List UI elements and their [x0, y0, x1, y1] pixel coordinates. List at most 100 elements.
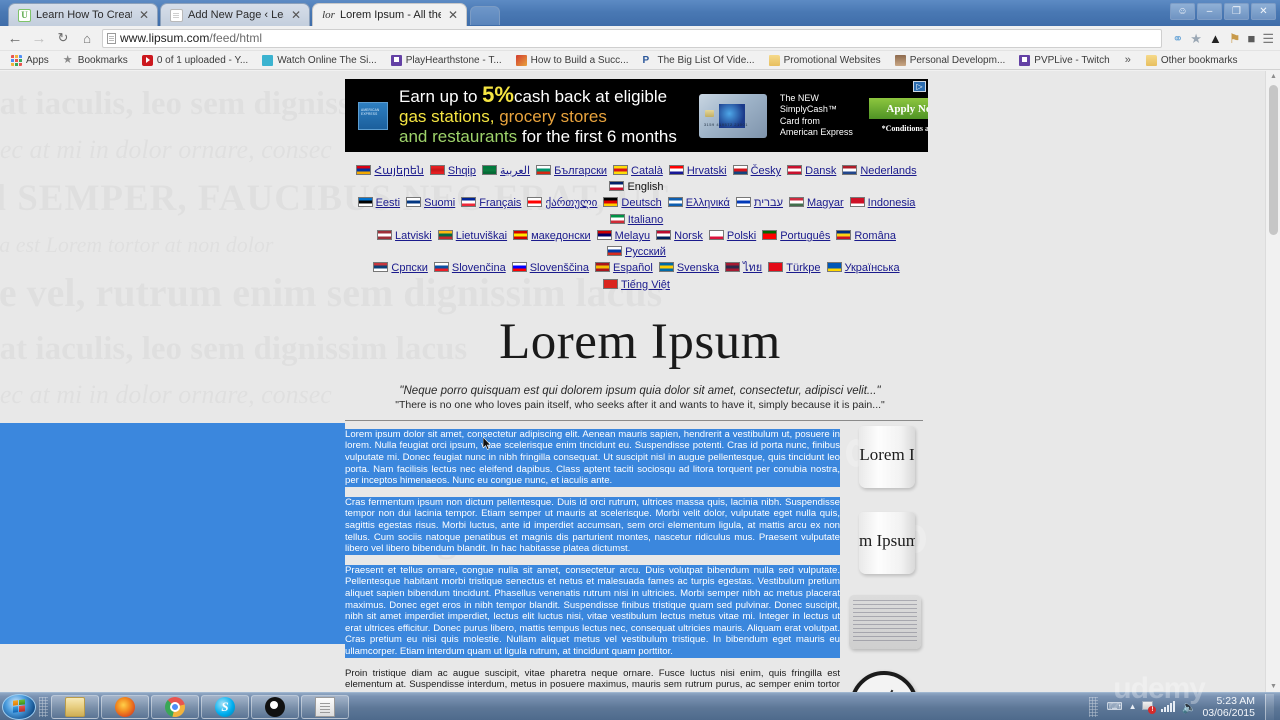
language-link[interactable]: Српски — [373, 260, 428, 276]
new-tab-button[interactable] — [470, 6, 500, 25]
chrome-menu-icon[interactable]: ☰ — [1262, 32, 1274, 45]
scroll-down-arrow[interactable]: ▼ — [1270, 683, 1277, 690]
language-link[interactable]: Español — [595, 260, 653, 276]
show-hidden-icons-arrow[interactable]: ▲ — [1129, 701, 1137, 713]
language-link[interactable]: Norsk — [656, 228, 703, 244]
language-link[interactable]: Deutsch — [603, 195, 662, 211]
language-label: Hrvatski — [686, 165, 727, 177]
language-link[interactable]: Melayu — [596, 228, 650, 244]
close-window-button[interactable]: ✕ — [1251, 3, 1276, 20]
product-mug-2[interactable]: m Ipsum — [847, 509, 926, 579]
language-link[interactable]: Slovenščina — [511, 260, 590, 276]
bookmark-pvplive-twitch[interactable]: PVPLive - Twitch — [1012, 54, 1116, 66]
page-scrollbar[interactable]: ▲ ▼ — [1265, 71, 1280, 692]
camera-extension-icon[interactable]: ■ — [1247, 32, 1255, 45]
language-link[interactable]: Tiếng Việt — [603, 277, 670, 293]
owl-extension-icon[interactable]: ▲ — [1209, 32, 1222, 45]
language-link[interactable]: עברית — [735, 195, 783, 211]
language-link[interactable]: Italiano — [609, 212, 663, 228]
language-link[interactable]: Français — [461, 195, 521, 211]
product-mousepad[interactable] — [849, 595, 921, 649]
keyboard-tray-icon[interactable]: ⌨ — [1107, 701, 1123, 713]
language-link[interactable]: Português — [762, 228, 830, 244]
language-link[interactable]: Polski — [708, 228, 756, 244]
paragraph: Proin tristique diam ac augue suscipit, … — [345, 667, 840, 692]
bookmark-promotional-websites[interactable]: Promotional Websites — [762, 54, 888, 66]
user-profile-button[interactable]: ☺ — [1170, 3, 1195, 20]
bookmarks-overflow-button[interactable]: » — [1117, 54, 1139, 66]
language-link[interactable]: Shqip — [429, 163, 476, 179]
tray-grip-handle[interactable] — [1088, 696, 1098, 717]
taskbar-app-chrome[interactable] — [151, 694, 199, 719]
start-button[interactable] — [2, 693, 36, 720]
page-info-icon[interactable] — [107, 32, 116, 44]
language-link[interactable]: Slovenčina — [433, 260, 506, 276]
tab-1[interactable]: Add New Page ‹ Learn Ho ✕ — [160, 3, 310, 26]
tab-close-icon[interactable]: ✕ — [289, 9, 303, 21]
language-link[interactable]: English — [609, 179, 664, 195]
minimize-button[interactable]: – — [1197, 3, 1222, 20]
language-link[interactable]: Türkpe — [768, 260, 821, 276]
tab-close-icon[interactable]: ✕ — [137, 9, 151, 21]
show-desktop-button[interactable] — [1265, 693, 1274, 720]
language-link[interactable]: Latviski — [377, 228, 432, 244]
link-extension-icon[interactable]: ⚭ — [1172, 32, 1183, 45]
network-status-icon[interactable]: ! — [1142, 700, 1157, 714]
language-link[interactable]: македонски — [513, 228, 591, 244]
address-bar[interactable]: www.lipsum.com/feed/html — [102, 28, 1163, 48]
bookmark-playhearthstone[interactable]: PlayHearthstone - T... — [384, 54, 509, 66]
taskbar-clock[interactable]: 5:23 AM 03/06/2015 — [1202, 695, 1255, 719]
language-link[interactable]: Dansk — [787, 163, 836, 179]
language-link[interactable]: Русский — [607, 244, 666, 260]
advertisement-banner[interactable]: AMERICAN EXPRESS Earn up to 5%cash back … — [345, 79, 928, 152]
language-link[interactable]: Svenska — [658, 260, 719, 276]
bookmark-apps[interactable]: Apps — [4, 54, 56, 66]
language-link[interactable]: Suomi — [406, 195, 455, 211]
taskbar-app-notepad[interactable] — [301, 694, 349, 719]
flag-extension-icon[interactable]: ⚑ — [1229, 32, 1241, 45]
bookmark-big-list-video[interactable]: P The Big List Of Vide... — [636, 55, 762, 66]
language-link[interactable]: Български — [536, 163, 607, 179]
maximize-button[interactable]: ❐ — [1224, 3, 1249, 20]
language-link[interactable]: Magyar — [788, 195, 844, 211]
language-link[interactable]: Català — [613, 163, 663, 179]
signal-strength-icon[interactable] — [1161, 701, 1176, 712]
language-link[interactable]: ქართული — [527, 195, 597, 211]
volume-icon[interactable]: 🔈 — [1181, 701, 1196, 713]
language-label: Slovenščina — [529, 262, 590, 275]
back-button[interactable]: ← — [6, 30, 24, 47]
bookmark-watch-online[interactable]: Watch Online The Si... — [255, 54, 384, 66]
language-link[interactable]: Ελληνικά — [667, 195, 730, 211]
forward-button[interactable]: → — [30, 30, 48, 47]
taskbar-app-firefox[interactable] — [101, 694, 149, 719]
bookmark-star-icon[interactable]: ★ — [1190, 32, 1202, 45]
taskbar-app-obs[interactable] — [251, 694, 299, 719]
taskbar-app-explorer[interactable] — [51, 694, 99, 719]
language-link[interactable]: العربية — [482, 163, 530, 179]
tab-close-icon[interactable]: ✕ — [446, 9, 460, 21]
bookmark-label: PVPLive - Twitch — [1034, 54, 1110, 66]
bookmark-personal-development[interactable]: Personal Developm... — [888, 54, 1013, 66]
taskbar-app-skype[interactable]: S — [201, 694, 249, 719]
language-link[interactable]: Česky — [732, 163, 781, 179]
scroll-up-arrow[interactable]: ▲ — [1270, 73, 1277, 80]
tab-2-active[interactable]: lor Lorem Ipsum - All the fact ✕ — [312, 3, 467, 26]
language-link[interactable]: ไทย — [725, 260, 762, 276]
scrollbar-thumb[interactable] — [1269, 85, 1278, 235]
reload-button[interactable]: ↻ — [54, 30, 72, 46]
product-mug-1[interactable]: Lorem I — [846, 423, 925, 493]
language-link[interactable]: Hrvatski — [668, 163, 727, 179]
tab-0[interactable]: U Learn How To Create a Wi ✕ — [8, 3, 158, 26]
language-link[interactable]: Lietuviškai — [437, 228, 507, 244]
taskbar-grip-handle[interactable] — [39, 696, 48, 717]
language-link[interactable]: Eesti — [357, 195, 400, 211]
product-wall-clock[interactable] — [850, 671, 918, 692]
home-button[interactable]: ⌂ — [78, 31, 96, 46]
language-link[interactable]: Հայերեն — [356, 163, 424, 179]
bookmark-bookmarks[interactable]: ★ Bookmarks — [56, 54, 135, 66]
language-label: Català — [631, 165, 663, 177]
bookmark-label: PlayHearthstone - T... — [405, 54, 502, 66]
bookmark-other-bookmarks[interactable]: Other bookmarks — [1139, 54, 1245, 66]
bookmark-how-to-build[interactable]: How to Build a Succ... — [509, 54, 636, 66]
bookmark-youtube-upload[interactable]: 0 of 1 uploaded - Y... — [135, 54, 255, 66]
